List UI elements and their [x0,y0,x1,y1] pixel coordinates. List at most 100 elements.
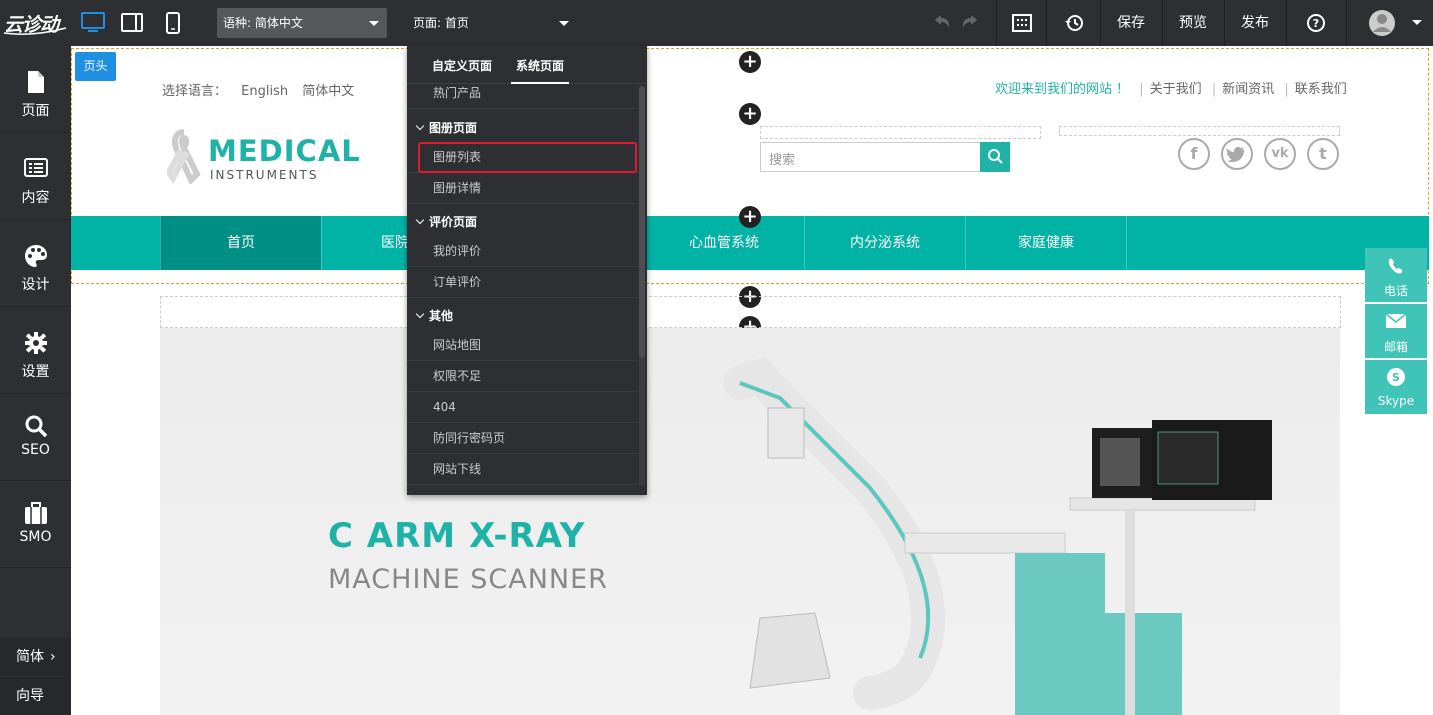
history-icon[interactable] [1062,0,1086,46]
dropdown-item-order-review[interactable]: 订单评价 [407,267,639,298]
tab-system-pages[interactable]: 系统页面 [516,57,564,74]
about-link[interactable]: 关于我们 [1150,82,1202,97]
sidebar-item-guide[interactable]: 向导 [0,677,71,715]
add-section-button[interactable]: + [739,103,761,125]
chevron-right-icon: › [50,649,56,665]
search-icon [25,415,48,438]
chevron-down-icon [415,309,425,319]
twitter-icon[interactable] [1221,138,1253,170]
welcome-text: 欢迎来到我们的网站 ！ [995,82,1130,97]
contact-label: 电话 [1383,284,1408,298]
desktop-icon[interactable] [81,12,105,34]
dropdown-item-404[interactable]: 404 [407,392,639,423]
skype-icon: S [1387,368,1405,386]
gear-icon [25,332,47,354]
grid-icon[interactable] [1010,0,1034,46]
sidebar-item-seo[interactable]: SEO [0,394,71,481]
dropdown-group-album[interactable]: 图册页面 [407,116,639,140]
nav-item-home[interactable]: 首页 [160,216,321,270]
contact-label: 邮箱 [1383,340,1408,354]
lang-chinese-link[interactable]: 简体中文 [302,84,354,99]
publish-button[interactable]: 发布 [1225,0,1285,46]
sidebar-item-content[interactable]: 内容 [0,133,71,220]
tab-custom-pages[interactable]: 自定义页面 [432,57,492,74]
sidebar-item-label: 内容 [21,190,50,206]
scrollbar-thumb[interactable] [639,86,645,358]
dropdown-item-my-review[interactable]: 我的评价 [407,236,639,267]
search-input[interactable]: 搜索 [760,142,1010,172]
page-select[interactable]: 页面: 首页 [407,8,577,38]
dropdown-group-review[interactable]: 评价页面 [407,210,639,234]
save-button[interactable]: 保存 [1101,0,1161,46]
add-section-button[interactable]: + [739,206,761,228]
highlight-box [418,142,637,173]
sidebar-item-label: 向导 [16,688,44,704]
chevron-down-icon [415,121,425,131]
dropdown-group-other[interactable]: 其他 [407,304,639,328]
app-logo: 云诊动 [2,6,68,40]
contact-skype-button[interactable]: S Skype [1365,360,1427,414]
search-button[interactable] [980,142,1010,172]
chevron-down-icon[interactable] [1410,0,1424,46]
lang-label: 选择语言： [162,84,228,99]
news-link[interactable]: 新闻资讯 [1222,82,1274,97]
sidebar-item-simplified[interactable]: 简体 › [0,638,71,676]
logo-mark: 云诊动 [3,14,67,36]
vk-icon[interactable]: vk [1264,138,1296,170]
site-logo-title: MEDICAL [208,134,361,168]
dropdown-item-password-page[interactable]: 防同行密码页 [407,423,639,454]
page-select-value: 页面: 首页 [413,16,469,30]
sidebar-item-smo[interactable]: SMO [0,481,71,568]
sidebar-item-design[interactable]: 设计 [0,220,71,307]
nav-item-cardio[interactable]: 心血管系统 [643,216,804,270]
sidebar-item-label: 页面 [21,103,50,119]
page-dropdown-menu: 自定义页面 系统页面 热门产品 图册页面 图册列表 图册详情 评价页面 我的评价… [407,46,647,495]
chevron-down-icon [369,21,379,26]
lang-english-link[interactable]: English [241,84,288,99]
dropdown-item-no-permission[interactable]: 权限不足 [407,361,639,392]
sidebar-item-page[interactable]: 页面 [0,46,71,133]
nav-item-endocrine[interactable]: 内分泌系统 [804,216,965,270]
facebook-icon[interactable]: f [1178,138,1210,170]
tablet-icon[interactable] [120,12,144,34]
tumblr-icon[interactable]: t [1307,138,1339,170]
redo-icon[interactable] [960,0,982,46]
file-icon [28,71,44,93]
group-title: 评价页面 [429,215,478,229]
contact-phone-button[interactable]: 电话 [1365,248,1427,302]
nav-item-family-health[interactable]: 家庭健康 [965,216,1126,270]
group-title: 其他 [429,309,454,323]
sidebar-item-label: 设计 [21,277,50,293]
dropdown-scrollbar[interactable] [639,86,645,486]
empty-section-placeholder [160,296,1341,328]
top-links: 欢迎来到我们的网站 ！ | 关于我们 | 新闻资讯 | 联系我们 [995,82,1347,97]
help-icon[interactable]: ? [1305,0,1327,46]
mobile-icon[interactable] [161,12,185,34]
language-select[interactable]: 语种: 简体中文 [217,8,387,38]
ribbon-logo-icon [167,129,201,184]
avatar[interactable] [1368,0,1396,46]
placeholder-box [1059,126,1340,136]
sidebar-item-label: 简体 [16,649,44,665]
dropdown-item[interactable]: 热门产品 [407,78,639,109]
dropdown-item-album-detail[interactable]: 图册详情 [407,173,639,204]
editor-canvas: 页头 选择语言： English 简体中文 欢迎来到我们的网站 ！ | 关于我们 … [71,46,1433,715]
add-section-button[interactable]: + [739,51,761,73]
preview-button[interactable]: 预览 [1163,0,1223,46]
top-toolbar: 云诊动 语种: 简体中文 页面: 首页 保存 预览 发布 ? [0,0,1433,46]
svg-text:S: S [1392,371,1400,384]
dropdown-item-site-offline[interactable]: 网站下线 [407,454,639,485]
svg-text:?: ? [1313,17,1319,30]
dropdown-item-sitemap[interactable]: 网站地图 [407,330,639,361]
contact-link[interactable]: 联系我们 [1295,82,1347,97]
contact-mail-button[interactable]: 邮箱 [1365,304,1427,358]
undo-icon[interactable] [930,0,952,46]
left-sidebar: 页面 内容 设计 设置 SEO SMO 简体 › 向导 [0,46,71,715]
sidebar-item-label: SMO [19,529,52,545]
phone-icon [1388,258,1403,274]
sidebar-item-settings[interactable]: 设置 [0,307,71,394]
chevron-down-icon [415,215,425,225]
hero-banner[interactable]: C ARM X-RAY MACHINE SCANNER [160,328,1340,715]
banner-title: C ARM X-RAY [328,516,586,556]
header-badge[interactable]: 页头 [75,52,116,81]
